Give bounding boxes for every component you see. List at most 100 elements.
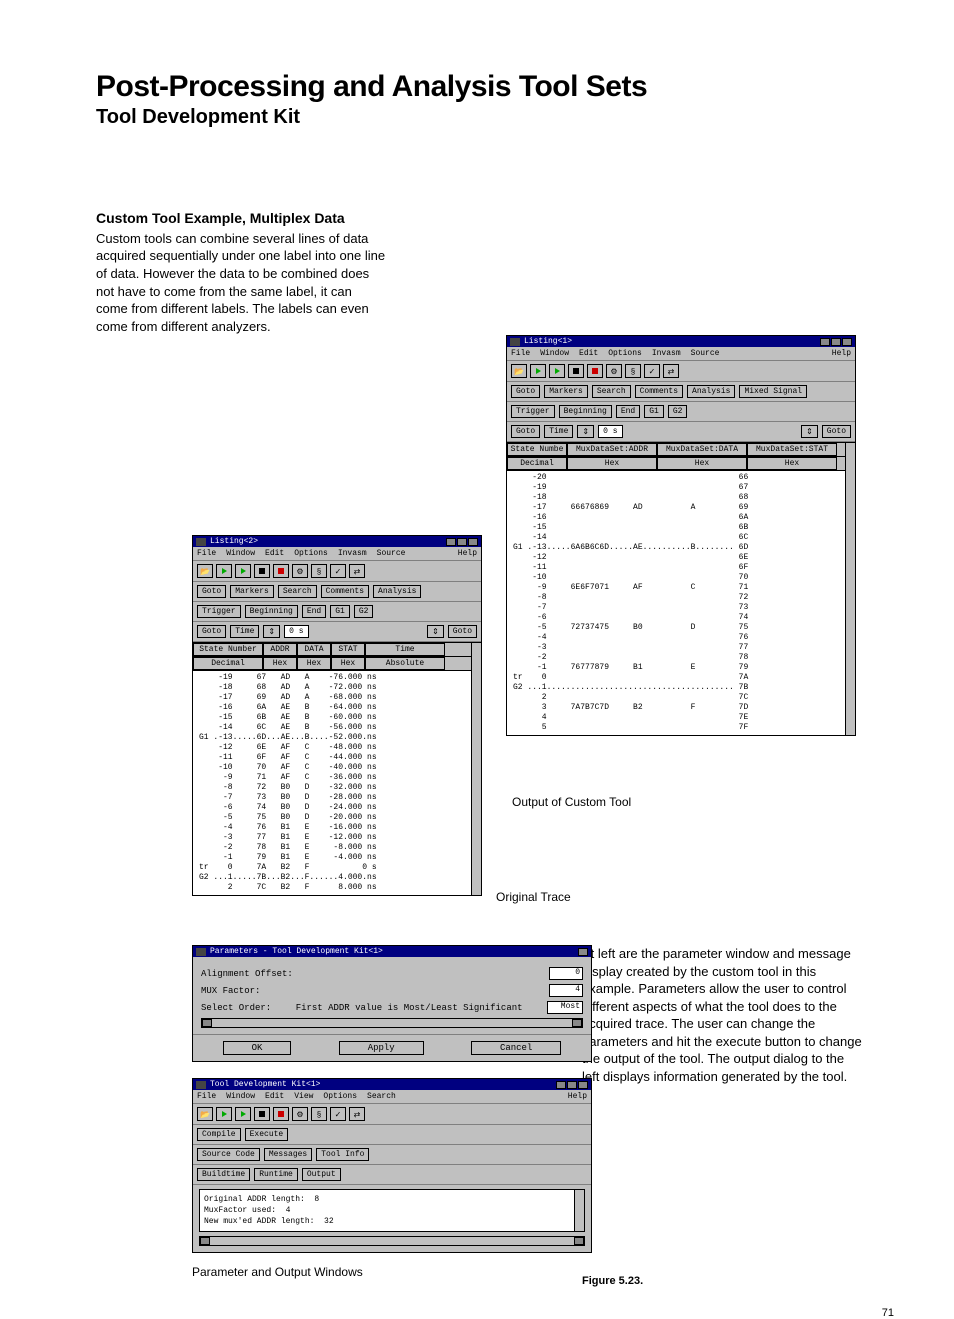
minimize-icon[interactable]	[820, 338, 830, 346]
run-icon[interactable]	[530, 364, 546, 378]
markers-button[interactable]: Markers	[230, 585, 274, 598]
tool-icon[interactable]: ⚙	[292, 1107, 308, 1121]
run-icon[interactable]	[216, 564, 232, 578]
maximize-icon[interactable]	[831, 338, 841, 346]
check-icon[interactable]: ✓	[330, 564, 346, 578]
toolinfo-tab[interactable]: Tool Info	[316, 1148, 369, 1161]
menu-window[interactable]: Window	[226, 1092, 255, 1101]
col-addr[interactable]: MuxDataSet:ADDR	[567, 443, 657, 456]
markers-button[interactable]: Markers	[544, 385, 588, 398]
minimize-icon[interactable]	[446, 538, 456, 546]
maximize-icon[interactable]	[457, 538, 467, 546]
menu-options[interactable]: Options	[608, 349, 642, 358]
check-icon[interactable]: ✓	[330, 1107, 346, 1121]
listing2-titlebar[interactable]: Listing<2>	[193, 536, 481, 547]
goto-spin[interactable]: ⇕	[427, 625, 444, 638]
vscrollbar[interactable]	[471, 643, 481, 895]
goto-button[interactable]: Goto	[197, 585, 226, 598]
run-icon[interactable]	[216, 1107, 232, 1121]
cancel-button[interactable]: Cancel	[471, 1041, 561, 1055]
messages-tab[interactable]: Messages	[264, 1148, 312, 1161]
end-button[interactable]: End	[302, 605, 326, 618]
tool-icon[interactable]: ⚙	[606, 364, 622, 378]
col-stat[interactable]: STAT	[331, 643, 365, 656]
tool2-icon[interactable]: §	[625, 364, 641, 378]
end-button[interactable]: End	[616, 405, 640, 418]
sourcecode-tab[interactable]: Source Code	[197, 1148, 260, 1161]
g2-button[interactable]: G2	[668, 405, 688, 418]
goto-spin[interactable]: ⇕	[801, 425, 818, 438]
time-input[interactable]: 0 s	[284, 625, 308, 638]
g2-button[interactable]: G2	[354, 605, 374, 618]
goto2-button[interactable]: Goto	[448, 625, 477, 638]
minimize-icon[interactable]	[556, 1081, 566, 1089]
tool2-icon[interactable]: §	[311, 564, 327, 578]
menu-window[interactable]: Window	[226, 549, 255, 558]
menu-options[interactable]: Options	[323, 1092, 357, 1101]
fmt-data[interactable]: Hex	[657, 457, 747, 470]
menu-options[interactable]: Options	[294, 549, 328, 558]
menu-window[interactable]: Window	[540, 349, 569, 358]
analysis-button[interactable]: Analysis	[373, 585, 421, 598]
menu-source[interactable]: Source	[691, 349, 720, 358]
listing1-titlebar[interactable]: Listing<1>	[507, 336, 855, 347]
g1-button[interactable]: G1	[330, 605, 350, 618]
fmt-addr[interactable]: Hex	[567, 457, 657, 470]
link-icon[interactable]: ⇄	[663, 364, 679, 378]
menu-help[interactable]: Help	[568, 1092, 587, 1101]
vscrollbar[interactable]	[845, 443, 855, 735]
menu-help[interactable]: Help	[832, 349, 851, 358]
menu-source[interactable]: Source	[377, 549, 406, 558]
fmt-state[interactable]: Decimal	[507, 457, 567, 470]
menu-help[interactable]: Help	[458, 549, 477, 558]
compile-button[interactable]: Compile	[197, 1128, 241, 1141]
fmt-stat[interactable]: Hex	[747, 457, 837, 470]
col-data[interactable]: DATA	[297, 643, 331, 656]
param-order-input[interactable]: Most	[547, 1001, 583, 1014]
open-icon[interactable]: 📂	[197, 564, 213, 578]
record-icon[interactable]	[273, 564, 289, 578]
trigger-button[interactable]: Trigger	[197, 605, 241, 618]
param-mux-input[interactable]: 4	[549, 984, 583, 997]
time-input[interactable]: 0 s	[598, 425, 622, 438]
tool-icon[interactable]: ⚙	[292, 564, 308, 578]
runtime-tab[interactable]: Runtime	[254, 1168, 298, 1181]
col-state[interactable]: State Numbe	[507, 443, 567, 456]
comments-button[interactable]: Comments	[321, 585, 369, 598]
col-stat[interactable]: MuxDataSet:STAT	[747, 443, 837, 456]
record-icon[interactable]	[273, 1107, 289, 1121]
beginning-button[interactable]: Beginning	[559, 405, 612, 418]
col-state[interactable]: State Number	[193, 643, 263, 656]
menu-edit[interactable]: Edit	[265, 1092, 284, 1101]
time-button[interactable]: Time	[544, 425, 573, 438]
hscrollbar[interactable]	[201, 1018, 583, 1028]
execute-button[interactable]: Execute	[245, 1128, 289, 1141]
menu-edit[interactable]: Edit	[579, 349, 598, 358]
ok-button[interactable]: OK	[223, 1041, 292, 1055]
time-spin[interactable]: ⇕	[263, 625, 280, 638]
menu-search[interactable]: Search	[367, 1092, 396, 1101]
fmt-stat[interactable]: Hex	[331, 657, 365, 670]
vscrollbar[interactable]	[574, 1190, 584, 1231]
tdk-titlebar[interactable]: Tool Development Kit<1>	[193, 1079, 591, 1090]
open-icon[interactable]: 📂	[197, 1107, 213, 1121]
goto-button[interactable]: Goto	[511, 385, 540, 398]
run-rep-icon[interactable]	[549, 364, 565, 378]
close-icon[interactable]	[842, 338, 852, 346]
close-icon[interactable]	[578, 1081, 588, 1089]
close-icon[interactable]	[578, 948, 588, 956]
fmt-time[interactable]: Absolute	[365, 657, 445, 670]
menu-invasm[interactable]: Invasm	[338, 549, 367, 558]
time-spin[interactable]: ⇕	[577, 425, 594, 438]
record-icon[interactable]	[587, 364, 603, 378]
menu-invasm[interactable]: Invasm	[652, 349, 681, 358]
fmt-data[interactable]: Hex	[297, 657, 331, 670]
search-button[interactable]: Search	[592, 385, 631, 398]
trigger-button[interactable]: Trigger	[511, 405, 555, 418]
mixed-signal-button[interactable]: Mixed Signal	[739, 385, 807, 398]
buildtime-tab[interactable]: Buildtime	[197, 1168, 250, 1181]
comments-button[interactable]: Comments	[635, 385, 683, 398]
check-icon[interactable]: ✓	[644, 364, 660, 378]
parameters-titlebar[interactable]: Parameters - Tool Development Kit<1>	[193, 946, 591, 957]
hscrollbar[interactable]	[199, 1236, 585, 1246]
